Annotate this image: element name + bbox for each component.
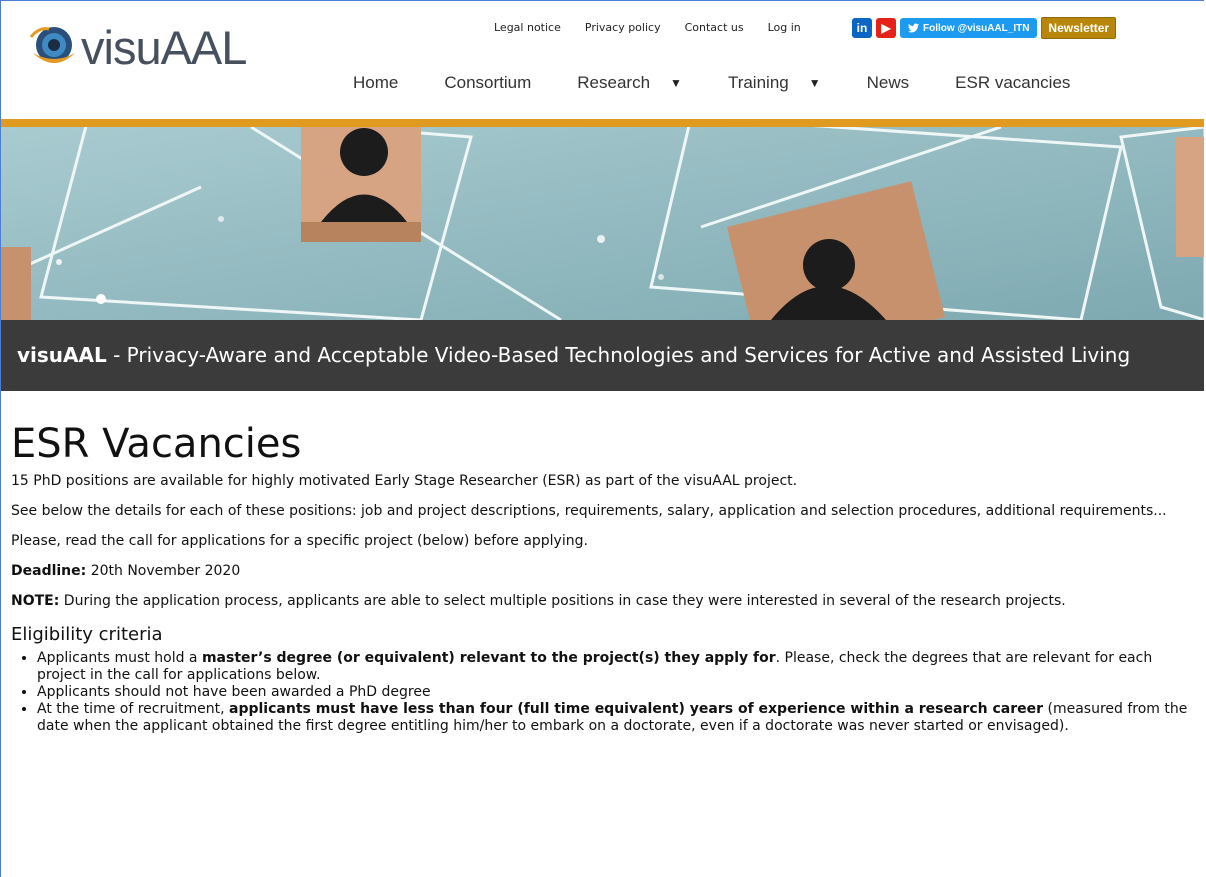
newsletter-button[interactable]: Newsletter: [1041, 17, 1117, 39]
intro-paragraph: 15 PhD positions are available for highl…: [11, 473, 798, 489]
utility-nav: Legal notice Privacy policy Contact us L…: [494, 21, 825, 34]
caret-down-icon: ▼: [808, 76, 821, 90]
main-nav: Home Consortium Research ▼ Training ▼ News…: [353, 73, 1116, 93]
main-content: ESR Vacancies 15 PhD positions are avail…: [1, 421, 1204, 735]
nav-research-label: Research: [577, 73, 651, 92]
read-call-paragraph: Please, read the call for applications f…: [11, 533, 588, 549]
note-paragraph: NOTE: During the application process, ap…: [11, 593, 1194, 610]
deadline-label: Deadline:: [11, 563, 87, 579]
note-value: During the application process, applican…: [59, 593, 1066, 609]
nav-training-label: Training: [727, 73, 789, 92]
site-header: visuAAL Legal notice Privacy policy Cont…: [1, 1, 1204, 119]
tagline-brand: visuAAL: [17, 343, 107, 367]
nav-home[interactable]: Home: [353, 73, 398, 93]
legal-notice-link[interactable]: Legal notice: [494, 21, 561, 34]
page-title: ESR Vacancies: [11, 421, 302, 467]
eligibility-heading: Eligibility criteria: [11, 624, 163, 645]
twitter-follow-button[interactable]: Follow @visuAAL_ITN: [900, 18, 1038, 38]
deadline-value: 20th November 2020: [86, 563, 241, 579]
details-paragraph: See below the details for each of these …: [11, 503, 1167, 519]
twitter-bird-icon: [908, 23, 919, 33]
list-item-text: Applicants must hold a: [37, 650, 202, 666]
logo-eye-icon: [29, 23, 77, 71]
site-logo[interactable]: visuAAL: [29, 20, 247, 74]
deadline-paragraph: Deadline: 20th November 2020: [11, 563, 1194, 580]
nav-consortium[interactable]: Consortium: [444, 73, 531, 93]
nav-news[interactable]: News: [867, 73, 910, 93]
list-item-text: At the time of recruitment,: [37, 701, 230, 717]
logo-text: visuAAL: [81, 20, 247, 74]
list-item: Applicants must hold a master’s degree (…: [37, 650, 1194, 684]
nav-consortium-label: Consortium: [444, 73, 532, 92]
site-tagline: visuAAL - Privacy-Aware and Acceptable V…: [1, 320, 1204, 391]
tagline-text: - Privacy-Aware and Acceptable Video-Bas…: [106, 343, 1131, 367]
social-links: in ▶ Follow @visuAAL_ITN Newsletter: [852, 17, 1117, 39]
header-accent-bar: [1, 119, 1204, 127]
list-item-bold: master’s degree (or equivalent) relevant…: [201, 650, 776, 666]
hero-banner-image: [1, 127, 1204, 320]
privacy-policy-link[interactable]: Privacy policy: [585, 21, 661, 34]
caret-down-icon: ▼: [670, 76, 682, 90]
nav-research[interactable]: Research ▼: [577, 73, 682, 93]
nav-news-label: News: [866, 73, 910, 92]
page-frame: visuAAL Legal notice Privacy policy Cont…: [0, 0, 1204, 877]
contact-us-link[interactable]: Contact us: [685, 21, 744, 34]
nav-esr-vacancies[interactable]: ESR vacancies: [955, 73, 1070, 93]
youtube-icon[interactable]: ▶: [876, 18, 896, 38]
list-item-bold: applicants must have less than four (ful…: [229, 701, 1044, 717]
nav-home-label: Home: [353, 73, 399, 92]
log-in-link[interactable]: Log in: [768, 21, 801, 34]
list-item: Applicants should not have been awarded …: [37, 684, 1194, 701]
list-item: At the time of recruitment, applicants m…: [37, 701, 1194, 735]
eligibility-list: Applicants must hold a master’s degree (…: [11, 650, 1194, 735]
nav-esr-vacancies-label: ESR vacancies: [955, 73, 1071, 92]
nav-training[interactable]: Training ▼: [728, 73, 821, 93]
note-label: NOTE:: [11, 593, 60, 609]
list-item-text: Applicants should not have been awarded …: [37, 684, 431, 700]
linkedin-icon[interactable]: in: [852, 18, 872, 38]
twitter-follow-label: Follow @visuAAL_ITN: [923, 22, 1030, 34]
